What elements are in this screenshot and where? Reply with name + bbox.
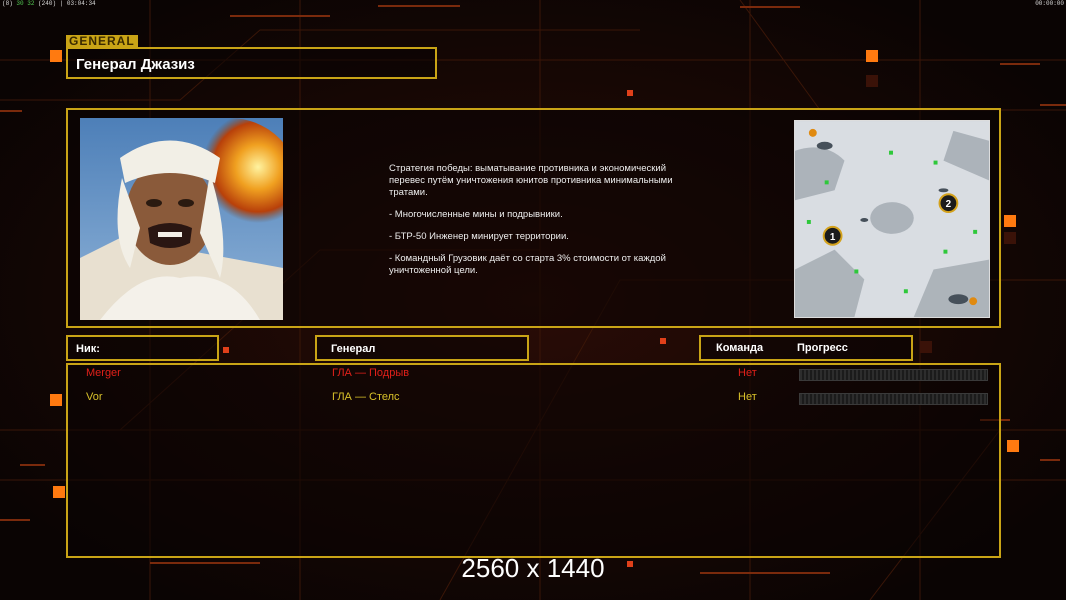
player-general: ГЛА — Подрыв xyxy=(332,367,410,379)
player-row: Vor ГЛА — Стелс Нет xyxy=(68,391,1003,407)
status-bar: (8) 30 32 (240) | 03:04:34 00:00:00 xyxy=(0,0,1066,8)
player-nick: Merger xyxy=(86,367,121,379)
general-name: Генерал Джазиз xyxy=(76,56,195,73)
player-general: ГЛА — Стелс xyxy=(332,391,400,403)
load-progress-bar xyxy=(799,369,988,381)
strategy-description: Стратегия победы: выматывание противника… xyxy=(389,163,709,287)
nick-header-label: Ник: xyxy=(76,343,100,355)
player-nick: Vor xyxy=(86,391,103,403)
description-paragraph: - Командный Грузовик даёт со старта 3% с… xyxy=(389,253,666,276)
nick-header: Ник: xyxy=(66,335,219,361)
status-left: (8) 30 32 (240) | 03:04:34 xyxy=(2,0,96,7)
description-paragraph: - БТР-50 Инженер минирует территории. xyxy=(389,231,569,242)
general-title-box: Генерал Джазиз xyxy=(66,47,437,79)
team-header-label: Команда xyxy=(716,342,764,354)
player-team: Нет xyxy=(738,367,757,379)
description-paragraph: - Многочисленные мины и подрывники. xyxy=(389,209,563,220)
general-header-label: Генерал xyxy=(331,343,376,355)
resolution-label: 2560 x 1440 xyxy=(461,553,605,583)
general-portrait xyxy=(80,118,283,320)
player-team: Нет xyxy=(738,391,757,403)
start-marker-1: 1 xyxy=(830,232,836,243)
progress-header-label: Прогресс xyxy=(797,342,848,354)
general-header: Генерал xyxy=(315,335,529,361)
player-row: Merger ГЛА — Подрыв Нет xyxy=(68,367,1003,383)
start-marker-2: 2 xyxy=(946,199,952,210)
description-paragraph: Стратегия победы: выматывание противника… xyxy=(389,163,673,198)
load-progress-bar xyxy=(799,393,988,405)
team-progress-header: Команда Прогресс xyxy=(699,335,913,361)
status-clock: 00:00:00 xyxy=(1035,0,1064,7)
map-preview: 1 2 xyxy=(794,120,990,318)
player-list: Merger ГЛА — Подрыв Нет Vor ГЛА — Стелс … xyxy=(66,363,1001,558)
